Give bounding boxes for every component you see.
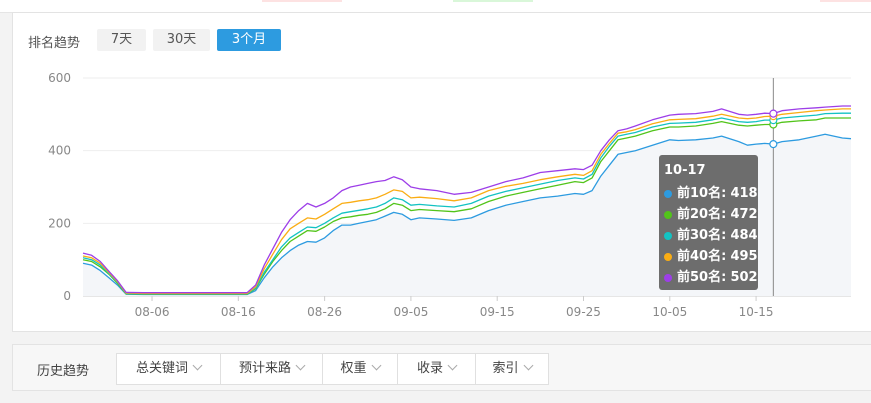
tooltip-row: 前40名: 495 — [664, 246, 758, 267]
chevron-down-icon — [295, 360, 306, 371]
series-dot-icon — [664, 273, 672, 282]
chevron-down-icon — [192, 360, 203, 371]
top-accent-pink — [262, 0, 342, 2]
tooltip-row: 前30名: 484 — [664, 225, 758, 246]
x-axis: 08-06 08-16 08-26 09-05 09-15 09-25 10-05 10-15 — [135, 296, 774, 319]
tooltip-series-name: 前20名: — [677, 207, 727, 222]
tooltip-row: 前50名: 502 — [664, 267, 758, 288]
tooltip-series-value: 472 — [730, 207, 758, 222]
tooltip-row: 前10名: 418 — [664, 183, 758, 204]
tooltip-series-value: 502 — [730, 270, 758, 285]
top-accent-pink-2 — [820, 0, 871, 2]
chevron-down-icon — [523, 360, 533, 371]
index-dropdown[interactable]: 索引 — [476, 354, 548, 384]
dropdown-label: 索引 — [492, 361, 519, 376]
indexed-dropdown[interactable]: 收录 — [398, 354, 476, 384]
x-tick-label: 09-05 — [393, 305, 428, 319]
weight-dropdown[interactable]: 权重 — [323, 354, 398, 384]
tooltip-series-name: 前30名: — [677, 228, 727, 243]
chevron-down-icon — [371, 360, 381, 371]
x-tick-label: 08-06 — [135, 305, 170, 319]
tooltip-series-name: 前50名: — [677, 270, 727, 285]
dropdown-label: 总关键词 — [135, 361, 188, 376]
x-tick-label: 10-05 — [652, 305, 687, 319]
y-tick-label: 400 — [48, 144, 71, 158]
tooltip-series-name: 前10名: — [677, 186, 727, 201]
tooltip-series-value: 495 — [730, 249, 758, 264]
hover-point — [769, 109, 778, 118]
x-tick-label: 10-15 — [739, 305, 774, 319]
dropdown-label: 收录 — [416, 361, 443, 376]
hover-point — [769, 140, 778, 149]
series-dot-icon — [664, 252, 672, 261]
dropdown-label: 预计来路 — [238, 361, 291, 376]
estimated-traffic-dropdown[interactable]: 预计来路 — [221, 354, 323, 384]
y-tick-label: 0 — [63, 289, 71, 303]
history-trend-panel: 历史趋势 总关键词 预计来路 权重 收录 索引 — [12, 344, 871, 391]
chart-tooltip: 10-17 前10名: 418 前20名: 472 前30名: 484 前40名… — [659, 155, 758, 290]
tooltip-series-name: 前40名: — [677, 249, 727, 264]
x-tick-label: 09-15 — [480, 305, 515, 319]
total-keywords-dropdown[interactable]: 总关键词 — [117, 354, 221, 384]
tooltip-series-value: 484 — [730, 228, 758, 243]
history-trend-title: 历史趋势 — [37, 364, 90, 379]
x-tick-label: 08-26 — [307, 305, 342, 319]
chevron-down-icon — [447, 360, 458, 371]
rank-trend-panel: 排名趋势 7天 30天 3个月 0 200 400 600 08-06 08-16 08-… — [12, 12, 871, 332]
tooltip-date: 10-17 — [664, 163, 706, 178]
x-tick-label: 08-16 — [221, 305, 256, 319]
history-button-group: 总关键词 预计来路 权重 收录 索引 — [116, 353, 549, 385]
dropdown-label: 权重 — [340, 361, 367, 376]
series-dot-icon — [664, 210, 672, 219]
series-dot-icon — [664, 231, 672, 240]
y-axis-ticks: 0 200 400 600 — [48, 71, 71, 303]
tooltip-row: 前20名: 472 — [664, 204, 758, 225]
tooltip-series-value: 418 — [730, 186, 758, 201]
x-tick-label: 09-25 — [566, 305, 601, 319]
series-dot-icon — [664, 189, 672, 198]
y-tick-label: 600 — [48, 71, 71, 85]
y-tick-label: 200 — [48, 216, 71, 230]
top-accent-green — [453, 0, 533, 2]
